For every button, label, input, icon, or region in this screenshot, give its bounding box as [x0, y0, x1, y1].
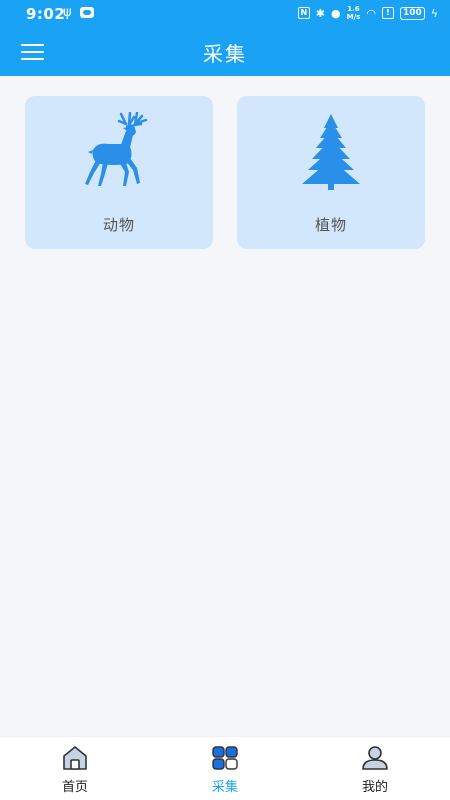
- cloud-icon: [80, 7, 94, 18]
- nav-label-home: 首页: [61, 780, 88, 795]
- status-bar: 9:02 ψ N ✱ ● 1.6 M/s ◠ ! 100 ϟ: [0, 0, 450, 28]
- alert-icon: !: [381, 7, 394, 19]
- app-bar: 采集: [0, 28, 450, 76]
- battery-indicator: 100: [399, 6, 425, 20]
- nav-item-home[interactable]: 首页: [25, 745, 125, 797]
- usb-icon: ψ: [63, 5, 72, 20]
- status-time: 9:02: [26, 5, 66, 23]
- nav-label-collect: 采集: [211, 780, 238, 795]
- nav-item-collect[interactable]: 采集: [175, 745, 275, 797]
- status-icons: N ✱ ● 1.6 M/s ◠ ! 100 ϟ: [297, 5, 438, 21]
- bluetooth-icon: ✱: [315, 6, 326, 20]
- category-card-plant[interactable]: 植物: [237, 96, 425, 249]
- wifi-icon: ◠: [366, 6, 376, 20]
- network-speed: 1.6 M/s: [346, 5, 361, 21]
- location-icon: ●: [331, 6, 341, 20]
- nav-label-profile: 我的: [361, 780, 388, 795]
- charging-icon: ϟ: [430, 6, 438, 20]
- bottom-navigation: 首页 采集 我的: [0, 736, 450, 800]
- page-title: 采集: [203, 42, 247, 66]
- category-card-animal[interactable]: 动物: [25, 96, 213, 249]
- collect-grid-icon: [212, 746, 238, 770]
- profile-icon: [362, 746, 388, 770]
- nfc-icon: N: [297, 7, 310, 19]
- nav-item-profile[interactable]: 我的: [325, 745, 425, 797]
- home-icon: [63, 746, 87, 770]
- category-label-animal: 动物: [102, 216, 135, 234]
- category-label-plant: 植物: [314, 216, 347, 234]
- tree-icon: [237, 112, 425, 194]
- deer-icon: [25, 112, 213, 194]
